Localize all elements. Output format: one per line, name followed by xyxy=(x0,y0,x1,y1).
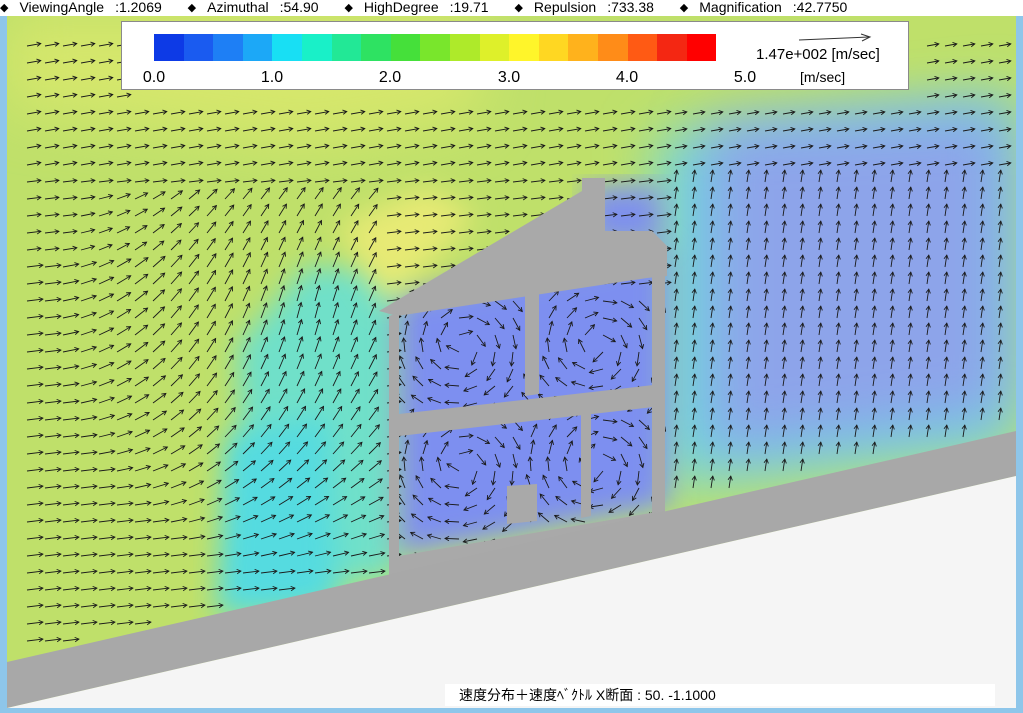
velocity-field-canvas[interactable] xyxy=(7,16,1016,708)
velocity-legend: 0.0 1.0 2.0 3.0 4.0 5.0 1.47e+002 [m/sec… xyxy=(121,21,909,90)
visualization-window: 0.0 1.0 2.0 3.0 4.0 5.0 1.47e+002 [m/sec… xyxy=(0,16,1023,713)
scale-unit-label: [m/sec] xyxy=(800,69,846,85)
scale-tick-label: 0.0 xyxy=(142,69,166,86)
diamond-icon: ◆ xyxy=(0,2,9,14)
color-scale-swatch xyxy=(420,34,450,61)
lower-stair-block xyxy=(507,484,537,524)
lower-partition-wall xyxy=(581,410,591,518)
color-scale-swatch xyxy=(657,34,687,61)
magnification-readout: ◆ Magnification:42.7750 xyxy=(679,0,848,15)
color-scale-swatch xyxy=(568,34,598,61)
status-bar: ◆ ViewingAngle:1.2069 ◆ Azimuthal:54.90 ◆ H… xyxy=(0,0,1023,16)
color-scale-swatch xyxy=(390,34,421,61)
color-scale-swatch xyxy=(183,34,214,61)
velocity-vector xyxy=(444,537,460,540)
color-scale-swatch xyxy=(301,34,332,61)
rear-wall xyxy=(652,269,665,518)
diamond-icon: ◆ xyxy=(344,2,353,14)
front-wall xyxy=(389,313,399,578)
color-scale-swatch xyxy=(509,34,539,61)
reference-vector-label: 1.47e+002 [m/sec] xyxy=(756,46,880,63)
leeward-low-speed-region xyxy=(707,111,1007,456)
ground-jet-region xyxy=(217,416,337,616)
diamond-icon: ◆ xyxy=(679,2,689,14)
reference-vector-icon xyxy=(798,33,872,42)
color-scale-swatch xyxy=(361,34,391,61)
scale-tick-label: 3.0 xyxy=(497,69,521,86)
color-scale-swatch xyxy=(538,34,569,61)
diamond-icon: ◆ xyxy=(187,2,197,14)
color-scale-swatch xyxy=(331,34,362,61)
scale-tick-label: 5.0 xyxy=(733,69,757,86)
scale-tick-label: 1.0 xyxy=(260,69,284,86)
color-scale-swatch xyxy=(479,34,510,61)
section-caption: 速度分布＋速度ﾍﾞｸﾄﾙ X断面 : 50. -1.1000 xyxy=(445,684,995,706)
color-scale-swatch xyxy=(154,34,184,61)
color-scale-swatch xyxy=(213,34,243,61)
color-scale-swatch xyxy=(627,34,658,61)
viewing-angle-readout: ◆ ViewingAngle:1.2069 xyxy=(0,0,162,15)
color-scale-swatch xyxy=(449,34,480,61)
color-scale-swatch xyxy=(272,34,302,61)
high-degree-readout: ◆ HighDegree:19.71 xyxy=(344,0,489,15)
color-scale-swatch xyxy=(242,34,273,61)
color-scale-swatch xyxy=(686,34,717,61)
scale-tick-label: 4.0 xyxy=(615,69,639,86)
repulsion-readout: ◆ Repulsion:733.38 xyxy=(514,0,654,15)
color-scale-bar xyxy=(154,34,717,61)
scale-tick-label: 2.0 xyxy=(378,69,402,86)
diamond-icon: ◆ xyxy=(514,2,523,14)
azimuthal-readout: ◆ Azimuthal:54.90 xyxy=(187,0,319,15)
simulation-viewport[interactable]: 0.0 1.0 2.0 3.0 4.0 5.0 1.47e+002 [m/sec… xyxy=(7,16,1016,708)
upper-partition-wall xyxy=(525,284,539,396)
color-scale-swatch xyxy=(597,34,628,61)
